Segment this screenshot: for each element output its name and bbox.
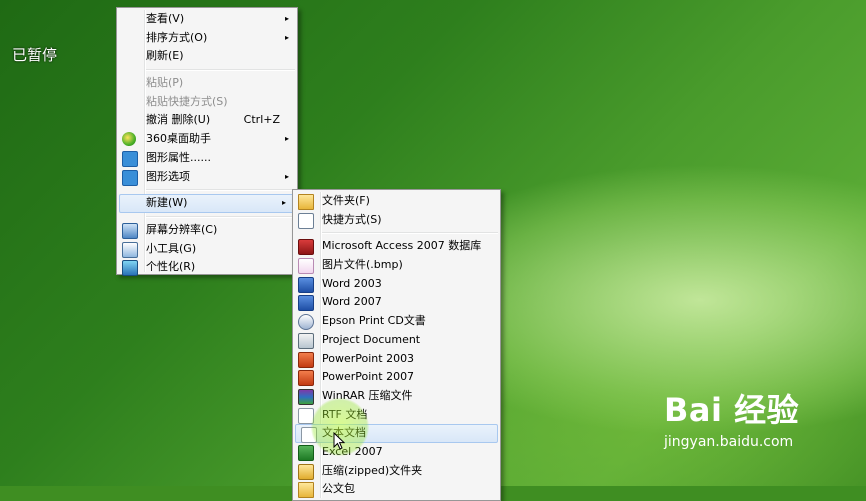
new-winrar-item[interactable]: WinRAR 压缩文件	[293, 387, 500, 406]
new-zip-folder-item[interactable]: 压缩(zipped)文件夹	[293, 462, 500, 481]
text-document-icon	[301, 427, 317, 444]
project-icon	[298, 332, 314, 349]
menu-item-360-desktop-assistant[interactable]: 360桌面助手 ▸	[117, 130, 297, 149]
menu-item-label: Epson Print CD文書	[322, 314, 426, 328]
menu-item-gadgets[interactable]: 小工具(G)	[117, 240, 297, 259]
menu-separator	[146, 189, 295, 192]
new-excel-2007-item[interactable]: Excel 2007	[293, 443, 500, 462]
menu-item-label: Project Document	[322, 332, 421, 346]
menu-item-label: WinRAR 压缩文件	[322, 388, 413, 402]
menu-separator	[146, 69, 295, 72]
desktop-context-menu: 查看(V) ▸ 排序方式(O) ▸ 刷新(E) 粘贴(P) 粘贴快捷方式(S) …	[116, 7, 298, 277]
menu-item-label: 撤消 删除(U)	[146, 113, 211, 127]
epson-icon	[298, 314, 314, 331]
new-bmp-item[interactable]: 图片文件(.bmp)	[293, 256, 500, 275]
menu-item-label: 粘贴(P)	[146, 76, 184, 90]
new-powerpoint-2003-item[interactable]: PowerPoint 2003	[293, 350, 500, 369]
menu-item-label: 图形选项	[146, 169, 190, 183]
menu-item-label: 图形属性......	[146, 150, 211, 164]
menu-item-personalize[interactable]: 个性化(R)	[117, 258, 297, 277]
menu-item-new[interactable]: 新建(W) ▸	[119, 194, 295, 213]
menu-item-label: 个性化(R)	[146, 260, 196, 274]
menu-item-graphics-options[interactable]: 图形选项 ▸	[117, 168, 297, 187]
powerpoint-icon	[298, 370, 314, 387]
menu-item-shortcut: Ctrl+Z	[243, 113, 280, 127]
shortcut-icon	[298, 212, 314, 229]
baidu-jingyan-watermark: Bai 经验 jingyan.baidu.com	[664, 392, 799, 450]
new-epson-cd-item[interactable]: Epson Print CD文書	[293, 312, 500, 331]
menu-item-label: 查看(V)	[146, 12, 185, 25]
submenu-arrow-icon: ▸	[284, 171, 289, 181]
menu-item-label: 小工具(G)	[146, 241, 197, 255]
paused-label: 已暂停	[12, 46, 58, 64]
menu-item-paste-shortcut: 粘贴快捷方式(S)	[117, 93, 297, 112]
new-powerpoint-2007-item[interactable]: PowerPoint 2007	[293, 368, 500, 387]
new-shortcut-item[interactable]: 快捷方式(S)	[293, 211, 500, 230]
new-word-2007-item[interactable]: Word 2007	[293, 293, 500, 312]
watermark-logo: Bai 经验	[664, 391, 800, 429]
submenu-arrow-icon: ▸	[281, 198, 286, 208]
new-access-db-item[interactable]: Microsoft Access 2007 数据库	[293, 237, 500, 256]
menu-item-label: PowerPoint 2003	[322, 351, 415, 365]
360-icon	[122, 132, 136, 147]
zip-folder-icon	[298, 463, 314, 480]
bmp-icon	[298, 258, 314, 275]
new-folder-item[interactable]: 文件夹(F)	[293, 192, 500, 211]
menu-item-label: 文件夹(F)	[322, 194, 370, 207]
menu-item-graphics-properties[interactable]: 图形属性......	[117, 149, 297, 168]
rtf-icon	[298, 407, 314, 424]
submenu-arrow-icon: ▸	[284, 32, 289, 42]
menu-item-label: 排序方式(O)	[146, 30, 208, 44]
menu-item-label: PowerPoint 2007	[322, 370, 415, 384]
folder-icon	[298, 194, 314, 210]
menu-item-label: 压缩(zipped)文件夹	[322, 463, 423, 477]
menu-item-screen-resolution[interactable]: 屏幕分辨率(C)	[117, 221, 297, 240]
menu-item-undo-delete[interactable]: 撤消 删除(U) Ctrl+Z	[117, 111, 297, 130]
menu-item-label: 公文包	[322, 482, 355, 496]
graphics-properties-icon	[122, 150, 138, 167]
menu-item-view[interactable]: 查看(V) ▸	[117, 10, 297, 29]
word-icon	[298, 276, 314, 293]
menu-item-label: Word 2007	[322, 295, 382, 309]
personalize-icon	[122, 260, 138, 277]
menu-item-paste: 粘贴(P)	[117, 74, 297, 93]
new-briefcase-item[interactable]: 公文包	[293, 480, 500, 499]
menu-separator	[146, 215, 295, 218]
new-submenu: 文件夹(F) 快捷方式(S) Microsoft Access 2007 数据库…	[292, 189, 501, 501]
menu-item-label: 粘贴快捷方式(S)	[146, 94, 228, 108]
menu-separator	[322, 232, 498, 235]
menu-item-label: 快捷方式(S)	[322, 212, 382, 226]
submenu-arrow-icon: ▸	[284, 134, 289, 144]
new-text-document-item[interactable]: 文本文档	[295, 424, 498, 444]
menu-item-label: 新建(W)	[146, 196, 188, 210]
graphics-options-icon	[122, 169, 138, 186]
menu-item-label: 360桌面助手	[146, 132, 211, 146]
menu-item-label: RTF 文档	[322, 407, 368, 421]
menu-item-label: 刷新(E)	[146, 49, 184, 63]
briefcase-icon	[298, 482, 314, 499]
menu-item-label: 图片文件(.bmp)	[322, 258, 403, 272]
menu-item-label: 屏幕分辨率(C)	[146, 222, 218, 236]
gadgets-icon	[122, 241, 138, 258]
winrar-icon	[298, 388, 314, 405]
menu-item-refresh[interactable]: 刷新(E)	[117, 47, 297, 66]
submenu-arrow-icon: ▸	[284, 14, 289, 23]
menu-item-label: Microsoft Access 2007 数据库	[322, 239, 482, 253]
new-project-document-item[interactable]: Project Document	[293, 331, 500, 350]
excel-icon	[298, 444, 314, 461]
watermark-url: jingyan.baidu.com	[664, 434, 794, 450]
powerpoint-icon	[298, 351, 314, 368]
new-word-2003-item[interactable]: Word 2003	[293, 275, 500, 294]
new-rtf-item[interactable]: RTF 文档	[293, 406, 500, 425]
menu-item-label: Excel 2007	[322, 444, 383, 458]
menu-item-label: Word 2003	[322, 276, 382, 290]
menu-item-sort-by[interactable]: 排序方式(O) ▸	[117, 29, 297, 48]
word-icon	[298, 295, 314, 312]
access-icon	[298, 239, 314, 256]
screen-resolution-icon	[122, 222, 138, 239]
